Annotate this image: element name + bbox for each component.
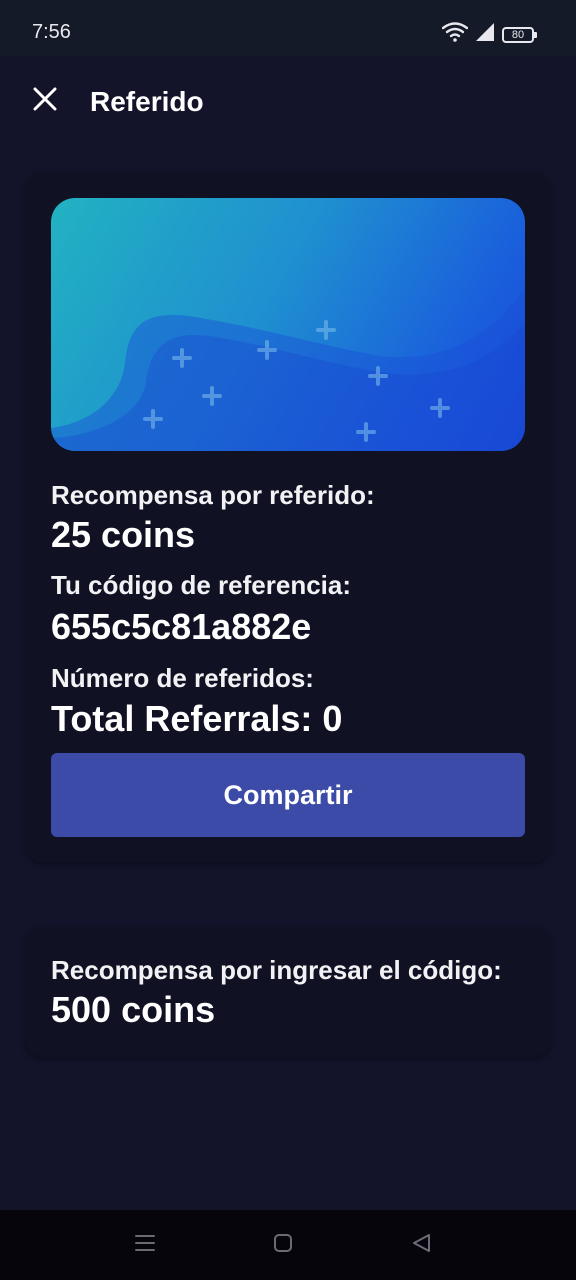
referral-reward-label: Recompensa por referido: [51, 480, 375, 510]
home-icon [272, 1232, 294, 1259]
status-time: 7:56 [32, 21, 71, 43]
referral-card: Recompensa por referido: 25 coins Tu cód… [25, 172, 551, 862]
enter-code-reward-value: 500 coins [51, 989, 216, 1030]
referral-count-value: Total Referrals: 0 [51, 698, 343, 739]
close-icon [33, 87, 57, 116]
recents-button[interactable] [130, 1230, 160, 1260]
enter-code-reward-label: Recompensa por ingresar el código: [51, 955, 502, 985]
referral-reward-value: 25 coins [51, 514, 196, 555]
status-bar: 7:56 80 [0, 0, 576, 56]
back-icon [410, 1232, 432, 1259]
menu-icon [134, 1232, 156, 1259]
plus-pattern-banner-icon [51, 288, 525, 451]
referral-code-value[interactable]: 655c5c81a882e [51, 606, 311, 648]
referral-count-label: Número de referidos: [51, 663, 314, 693]
battery-level: 80 [511, 28, 525, 41]
page-title: Referido [90, 86, 204, 117]
navigation-bar [0, 1210, 576, 1280]
status-icons: 80 [441, 22, 537, 47]
battery-icon: 80 [502, 26, 537, 43]
close-button[interactable] [26, 82, 64, 120]
signal-icon [474, 22, 496, 47]
wifi-icon [441, 22, 469, 47]
enter-code-card: Recompensa por ingresar el código: 500 c… [25, 927, 551, 1057]
app-bar: Referido [0, 56, 576, 148]
referral-banner [51, 198, 525, 451]
home-button[interactable] [268, 1230, 298, 1260]
back-button[interactable] [406, 1230, 436, 1260]
share-button[interactable]: Compartir [51, 753, 525, 837]
referral-code-label: Tu código de referencia: [51, 570, 352, 600]
